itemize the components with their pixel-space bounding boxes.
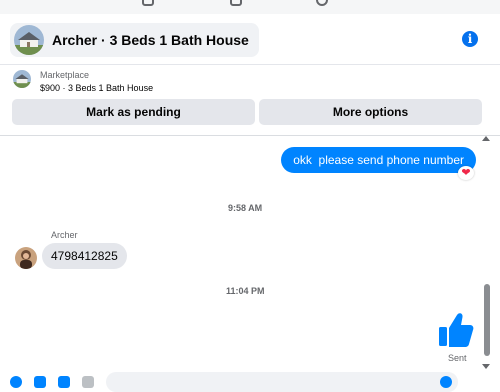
incoming-message[interactable]: 4798412825 [42, 243, 127, 269]
conversation-title: Archer · 3 Beds 1 Bath House [52, 32, 249, 48]
sent-status: Sent [448, 353, 467, 363]
listing-small-thumbnail [13, 70, 31, 88]
gif-icon[interactable] [82, 376, 94, 388]
toolbar-icon[interactable] [316, 0, 328, 6]
image-icon[interactable] [34, 376, 46, 388]
message-input[interactable] [106, 372, 458, 392]
sender-name: Archer [51, 230, 78, 240]
timestamp: 9:58 AM [228, 203, 263, 213]
marketplace-card: Marketplace $900 · 3 Beds 1 Bath House M… [0, 65, 500, 136]
thumbs-up-icon[interactable] [436, 310, 476, 350]
heart-reaction-icon[interactable]: ❤ [458, 166, 474, 180]
plus-icon[interactable] [10, 376, 22, 388]
listing-thumbnail [14, 25, 44, 55]
scroll-down-arrow[interactable] [482, 364, 490, 369]
mark-as-pending-button[interactable]: Mark as pending [12, 99, 255, 125]
avatar[interactable] [15, 247, 37, 269]
listing-price-title: $900 · 3 Beds 1 Bath House [40, 83, 154, 93]
scroll-up-arrow[interactable] [482, 136, 490, 141]
conversation-title-button[interactable]: Archer · 3 Beds 1 Bath House [10, 23, 259, 57]
info-icon[interactable]: i [462, 31, 478, 47]
timestamp: 11:04 PM [226, 286, 265, 296]
conversation-header: Archer · 3 Beds 1 Bath House i [0, 14, 500, 65]
toolbar-icon[interactable] [142, 0, 154, 6]
sticker-icon[interactable] [58, 376, 70, 388]
top-toolbar-strip [0, 0, 500, 15]
scrollbar-thumb[interactable] [484, 284, 490, 356]
marketplace-label: Marketplace [40, 70, 90, 80]
more-options-button[interactable]: More options [259, 99, 482, 125]
toolbar-icon[interactable] [230, 0, 242, 6]
outgoing-message[interactable]: okk please send phone number [281, 147, 476, 173]
emoji-icon[interactable] [440, 376, 452, 388]
